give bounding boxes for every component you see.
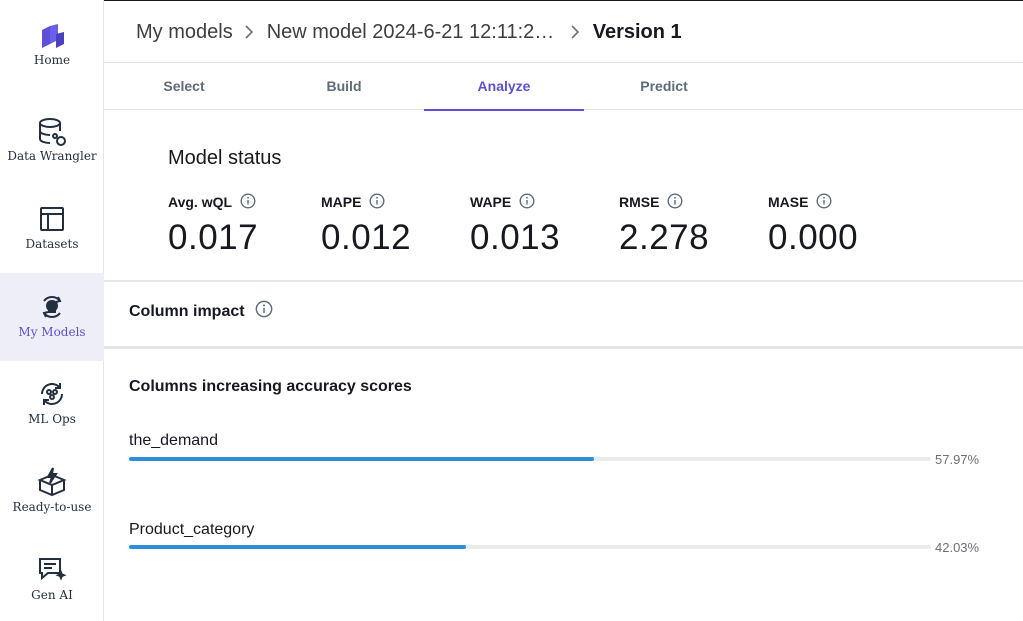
info-icon[interactable] bbox=[255, 300, 273, 323]
metric-rmse: RMSE 2.278 bbox=[619, 192, 709, 258]
breadcrumb-current-version: Version 1 bbox=[592, 20, 682, 43]
column-name: Product_category bbox=[129, 521, 255, 538]
columns-increasing-accuracy-title: Columns increasing accuracy scores bbox=[129, 378, 412, 395]
sidebar-item-label: Datasets bbox=[25, 237, 79, 251]
metric-value: 0.013 bbox=[470, 218, 561, 257]
metric-label: WAPE bbox=[470, 194, 512, 210]
sidebar-item-datasets[interactable]: Datasets bbox=[0, 184, 104, 272]
column-impact-title: Column impact bbox=[129, 302, 245, 320]
metric-wape: WAPE 0.013 bbox=[470, 192, 560, 258]
impact-bar-track bbox=[129, 457, 931, 461]
metric-label: MAPE bbox=[321, 194, 362, 210]
breadcrumb-my-models-link[interactable]: My models bbox=[136, 21, 233, 44]
metric-label: Avg. wQL bbox=[168, 194, 233, 210]
sidebar-item-label: Data Wrangler bbox=[7, 149, 97, 163]
section-divider bbox=[104, 346, 1023, 349]
info-icon[interactable] bbox=[240, 192, 256, 212]
metric-label: MASE bbox=[768, 194, 809, 210]
metric-value: 2.278 bbox=[619, 218, 710, 257]
sidebar-item-label: ML Ops bbox=[28, 412, 76, 426]
tab-analyze[interactable]: Analyze bbox=[424, 63, 584, 111]
metric-value: 0.012 bbox=[321, 218, 412, 257]
breadcrumb-model-link[interactable]: New model 2024-6-21 12:11:23 PM bbox=[267, 21, 559, 44]
sidebar-item-ml-ops[interactable]: ML Ops bbox=[0, 360, 104, 448]
top-border bbox=[0, 0, 1023, 1]
canvas-logo-icon bbox=[36, 20, 68, 52]
tab-select[interactable]: Select bbox=[104, 63, 264, 110]
model-status-title: Model status bbox=[168, 147, 282, 169]
impact-percent: 57.97% bbox=[935, 452, 980, 467]
column-name: the_demand bbox=[129, 432, 218, 449]
sidebar-item-home[interactable]: Home bbox=[0, 8, 104, 96]
metric-mase: MASE 0.000 bbox=[768, 192, 858, 258]
box-lightning-icon bbox=[36, 466, 68, 498]
chat-sparkle-icon bbox=[36, 554, 68, 586]
impact-bar-fill bbox=[129, 545, 467, 549]
lightbulb-refresh-icon bbox=[36, 291, 68, 323]
sidebar-item-data-wrangler[interactable]: Data Wrangler bbox=[0, 96, 104, 184]
metric-avg-wql: Avg. wQL 0.017 bbox=[168, 192, 258, 258]
metric-value: 0.017 bbox=[168, 218, 259, 257]
database-icon bbox=[36, 116, 68, 148]
info-icon[interactable] bbox=[667, 192, 683, 212]
impact-percent: 42.03% bbox=[935, 540, 980, 555]
sidebar-item-label: Gen AI bbox=[31, 588, 73, 602]
info-icon[interactable] bbox=[369, 192, 385, 212]
sidebar-item-my-models[interactable]: My Models bbox=[0, 273, 104, 361]
sidebar: Home Data Wrangler Datasets My Models ML… bbox=[0, 0, 104, 621]
column-impact-row: Product_category 42.03% bbox=[129, 521, 989, 555]
column-impact-header: Column impact bbox=[129, 300, 273, 323]
sidebar-item-label: My Models bbox=[18, 325, 86, 339]
tab-predict[interactable]: Predict bbox=[584, 63, 744, 110]
sidebar-item-label: Home bbox=[33, 53, 71, 67]
section-divider bbox=[104, 280, 1023, 282]
impact-bar-track bbox=[129, 545, 931, 549]
table-icon bbox=[36, 204, 68, 236]
mlops-cycle-icon bbox=[36, 378, 68, 410]
tab-bar: Select Build Analyze Predict bbox=[104, 62, 1023, 111]
impact-bar-fill bbox=[129, 457, 594, 461]
info-icon[interactable] bbox=[519, 192, 535, 212]
metric-label: RMSE bbox=[619, 194, 660, 210]
chevron-right-icon bbox=[233, 22, 267, 42]
breadcrumb: My models New model 2024-6-21 12:11:23 P… bbox=[136, 18, 682, 46]
metric-value: 0.000 bbox=[768, 218, 859, 257]
sidebar-item-ready-to-use[interactable]: Ready-to-use bbox=[0, 448, 104, 536]
sidebar-item-gen-ai[interactable]: Gen AI bbox=[0, 536, 104, 621]
sidebar-item-label: Ready-to-use bbox=[12, 500, 92, 514]
info-icon[interactable] bbox=[816, 192, 832, 212]
metric-mape: MAPE 0.012 bbox=[321, 192, 411, 258]
tab-build[interactable]: Build bbox=[264, 63, 424, 110]
chevron-right-icon bbox=[559, 22, 593, 42]
column-impact-row: the_demand 57.97% bbox=[129, 432, 989, 467]
